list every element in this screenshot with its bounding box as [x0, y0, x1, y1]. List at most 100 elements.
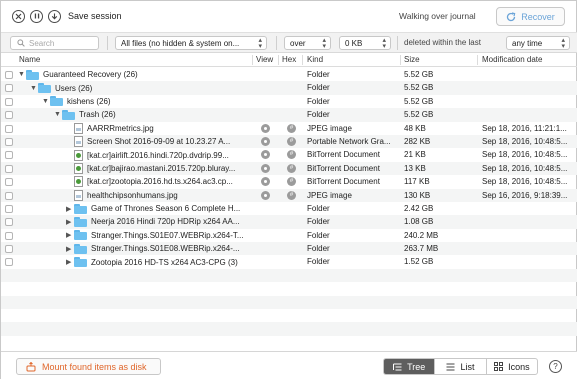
list-view-button[interactable]: List: [435, 359, 487, 374]
row-checkbox[interactable]: [5, 111, 13, 120]
tree-row[interactable]: Screen Shot 2016-09-09 at 10.23.27 A... #…: [1, 134, 577, 149]
disclosure-closed-icon[interactable]: ▶: [66, 218, 74, 226]
hex-view-icon[interactable]: #: [287, 136, 296, 146]
size-operator-select[interactable]: over ▴ ▾: [284, 36, 331, 50]
disclosure-open-icon[interactable]: ▼: [54, 111, 62, 118]
hex-view-icon[interactable]: #: [287, 177, 296, 187]
name-cell: ▶ Stranger.Things.S01E08.WEBRip.x264-...: [66, 242, 249, 255]
column-kind[interactable]: Kind: [307, 55, 323, 64]
toolbar: Save session Walking over journal Recove…: [1, 1, 577, 31]
icons-view-button[interactable]: Icons: [487, 359, 537, 374]
row-checkbox[interactable]: [5, 231, 13, 240]
tree-row[interactable]: [kat.cr]bajirao.mastani.2015.720p.bluray…: [1, 161, 577, 176]
preview-eye-icon[interactable]: [261, 136, 270, 146]
tree-row[interactable]: ▶ Stranger.Things.S01E07.WEBRip.x264-T...…: [1, 229, 577, 242]
name-cell: ▼ Trash (26): [54, 108, 249, 121]
preview-eye-icon[interactable]: [261, 150, 270, 160]
tree-row[interactable]: AARRRmetrics.jpg # JPEG image 48 KB Sep 18, …: [1, 122, 577, 135]
name-cell: ▼ Guaranteed Recovery (26): [18, 68, 249, 81]
row-checkbox[interactable]: [5, 245, 13, 254]
view-mode-switch: Tree List Icons: [383, 358, 538, 375]
folder-icon: [74, 243, 87, 254]
column-divider[interactable]: [278, 55, 279, 65]
row-checkbox[interactable]: [5, 137, 13, 146]
modified-cell: Sep 18, 2016, 10:48:5...: [482, 150, 568, 160]
mount-label: Mount found items as disk: [42, 361, 147, 372]
row-checkbox[interactable]: [5, 151, 13, 160]
column-divider[interactable]: [302, 55, 303, 65]
disclosure-closed-icon[interactable]: ▶: [66, 231, 74, 239]
save-session-label[interactable]: Save session: [68, 11, 122, 21]
disclosure-closed-icon[interactable]: ▶: [66, 245, 74, 253]
folder-icon: [26, 69, 39, 80]
hex-view-icon[interactable]: #: [287, 150, 296, 160]
tree-row[interactable]: ▼ Guaranteed Recovery (26) Folder 5.52 GB: [1, 68, 577, 81]
tree-row[interactable]: ▼ kishens (26) Folder 5.52 GB: [1, 95, 577, 108]
disclosure-closed-icon[interactable]: ▶: [66, 205, 74, 213]
stepper-arrows-icon: ▴ ▾: [258, 37, 262, 50]
mount-disk-button[interactable]: Mount found items as disk: [16, 358, 161, 375]
stop-button[interactable]: [12, 9, 25, 23]
column-divider[interactable]: [400, 55, 401, 65]
row-checkbox[interactable]: [5, 84, 13, 93]
modified-cell: Sep 18, 2016, 10:48:5...: [482, 163, 568, 173]
stepper-arrows-icon: ▴ ▾: [322, 37, 326, 50]
search-input[interactable]: Search: [10, 36, 99, 50]
preview-eye-icon[interactable]: [261, 177, 270, 187]
column-divider[interactable]: [477, 55, 478, 65]
disclosure-open-icon[interactable]: ▼: [30, 85, 38, 92]
hex-view-icon[interactable]: #: [287, 163, 296, 173]
row-checkbox[interactable]: [5, 97, 13, 106]
kind-cell: BitTorrent Document: [307, 150, 380, 160]
column-divider[interactable]: [252, 55, 253, 65]
row-checkbox[interactable]: [5, 124, 13, 133]
disclosure-closed-icon[interactable]: ▶: [66, 258, 74, 266]
size-cell: 5.52 GB: [404, 70, 434, 79]
file-name: Stranger.Things.S01E08.WEBRip.x264-...: [91, 244, 240, 254]
search-icon: [17, 39, 25, 47]
save-session-button[interactable]: [48, 9, 61, 23]
bottom-bar: Mount found items as disk Tree List Icon…: [1, 351, 577, 379]
hex-view-icon[interactable]: #: [287, 190, 296, 200]
pause-button[interactable]: [30, 9, 43, 23]
tree-row[interactable]: ▶ Stranger.Things.S01E08.WEBRip.x264-... F…: [1, 242, 577, 256]
empty-row: [1, 322, 577, 336]
preview-eye-icon[interactable]: [261, 190, 270, 200]
row-checkbox[interactable]: [5, 178, 13, 187]
row-checkbox[interactable]: [5, 164, 13, 173]
tree-view-button[interactable]: Tree: [384, 359, 436, 374]
row-checkbox[interactable]: [5, 218, 13, 227]
preview-eye-icon[interactable]: [261, 163, 270, 173]
file-filter-select[interactable]: All files (no hidden & system on... ▴ ▾: [115, 36, 267, 50]
hex-view-icon[interactable]: #: [287, 123, 296, 133]
column-view[interactable]: View: [256, 55, 273, 64]
recover-button[interactable]: Recover: [496, 7, 565, 26]
row-checkbox[interactable]: [5, 191, 13, 200]
size-cell: 117 KB: [404, 177, 430, 187]
disclosure-open-icon[interactable]: ▼: [42, 98, 50, 105]
kind-cell: Folder: [307, 96, 330, 106]
date-range-select[interactable]: any time ▴ ▾: [506, 36, 570, 50]
preview-eye-icon[interactable]: [261, 123, 270, 133]
column-name[interactable]: Name: [19, 55, 40, 64]
row-checkbox[interactable]: [5, 204, 13, 213]
help-button[interactable]: ?: [549, 360, 562, 373]
tree-row[interactable]: ▼ Trash (26) Folder 5.52 GB: [1, 108, 577, 122]
column-hex[interactable]: Hex: [282, 55, 296, 64]
row-checkbox[interactable]: [5, 258, 13, 267]
row-checkbox[interactable]: [5, 71, 13, 79]
folder-icon: [74, 257, 87, 268]
column-modification-date[interactable]: Modification date: [482, 55, 542, 64]
tree-row[interactable]: ▶ Game of Thrones Season 6 Complete H... F…: [1, 202, 577, 215]
tree-row[interactable]: ▼ Users (26) Folder 5.52 GB: [1, 81, 577, 95]
tree-row[interactable]: ▶ Neerja 2016 Hindi 720p HDRip x264 AA...…: [1, 215, 577, 229]
tree-row[interactable]: healthchipsonhumans.jpg # JPEG image 130 KB…: [1, 188, 577, 202]
disclosure-open-icon[interactable]: ▼: [18, 71, 26, 78]
tree-row[interactable]: [kat.cr]zootopia.2016.hd.ts.x264.ac3.cp.…: [1, 175, 577, 188]
size-value-select[interactable]: 0 KB ▴ ▾: [339, 36, 391, 50]
modified-cell: Sep 18, 2016, 10:48:5...: [482, 136, 568, 146]
tree-row[interactable]: [kat.cr]airlift.2016.hindi.720p.dvdrip.9…: [1, 148, 577, 161]
name-cell: ▶ Neerja 2016 Hindi 720p HDRip x264 AA...: [66, 215, 249, 228]
column-size[interactable]: Size: [404, 55, 420, 64]
tree-row[interactable]: ▶ Zootopia 2016 HD-TS x264 AC3-CPG (3) Fol…: [1, 255, 577, 268]
